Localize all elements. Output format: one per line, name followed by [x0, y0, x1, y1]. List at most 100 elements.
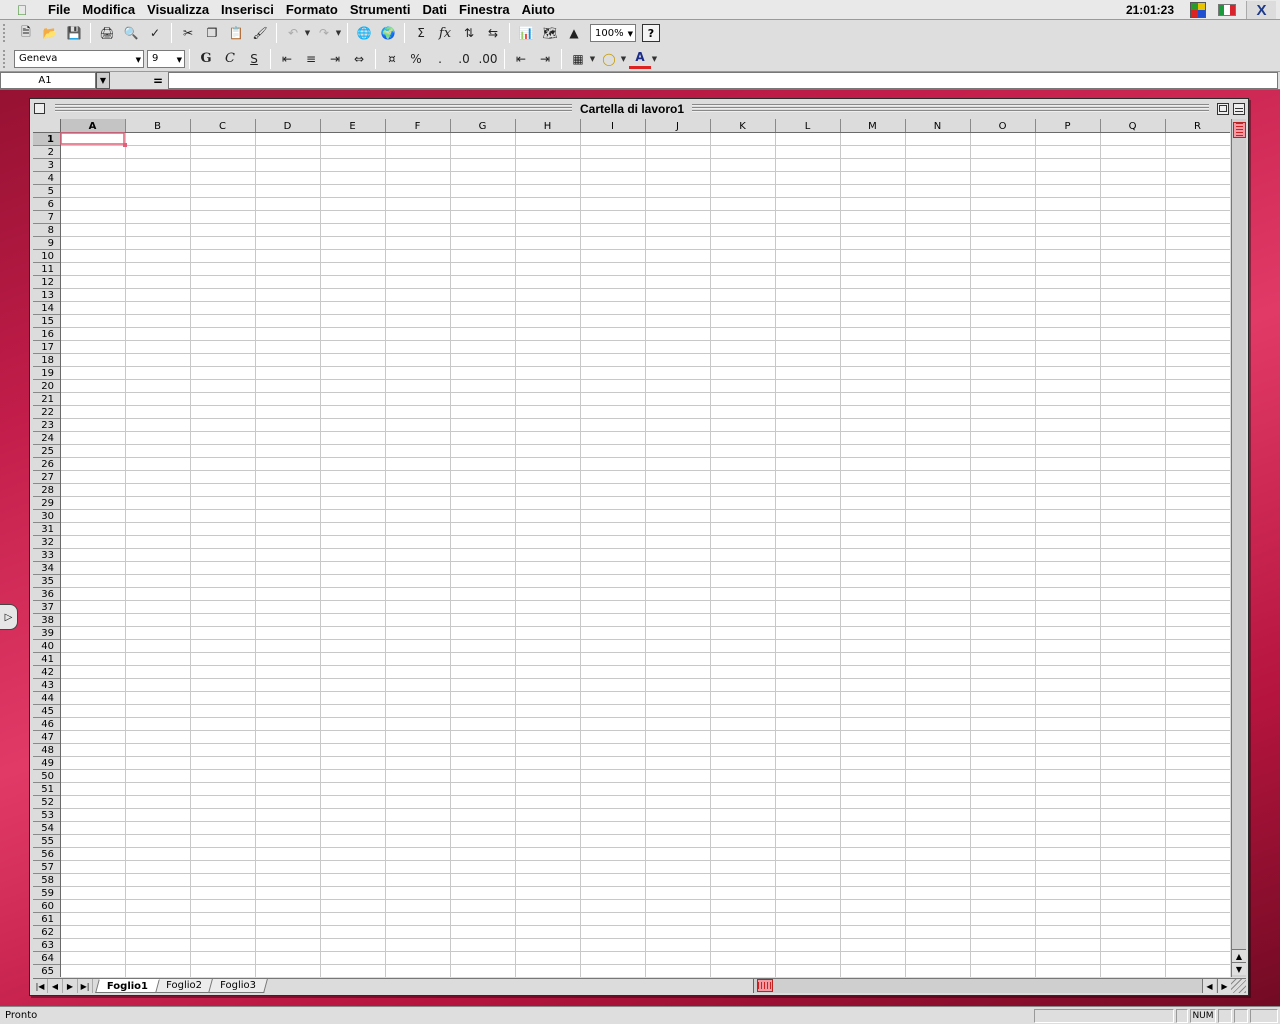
row-header: 11 — [41, 264, 54, 275]
row-header: 10 — [41, 251, 54, 262]
zoom-select[interactable]: 100% ▼ — [590, 24, 636, 42]
zoom-box-icon[interactable] — [1217, 102, 1230, 115]
keyboard-layout-flag-icon[interactable] — [1217, 2, 1237, 18]
window-title-bar[interactable]: Cartella di lavoro1 — [30, 99, 1248, 118]
menu-visualizza[interactable]: Visualizza — [141, 2, 215, 17]
percent-button[interactable]: % — [405, 49, 427, 69]
scroll-up-icon[interactable]: ▲ — [1232, 949, 1246, 962]
resize-grip-icon[interactable] — [1231, 979, 1246, 993]
redo-dropdown-icon[interactable]: ▼ — [334, 29, 343, 37]
chart-wizard-icon[interactable]: 📊 — [515, 23, 537, 43]
decrease-indent-icon[interactable]: ⇤ — [510, 49, 532, 69]
comma-style-button[interactable]: . — [429, 49, 451, 69]
toolbar-grip[interactable] — [3, 24, 9, 42]
align-center-icon[interactable]: ≡ — [300, 49, 322, 69]
column-header-P: P — [1064, 121, 1070, 132]
sheet-tab-foglio3[interactable]: Foglio3 — [208, 979, 268, 993]
excel-application-icon[interactable]: X — [1246, 1, 1276, 19]
underline-button[interactable]: S — [243, 49, 265, 69]
borders-dropdown-icon[interactable]: ▼ — [588, 55, 597, 63]
merge-center-icon[interactable]: ⇔ — [348, 49, 370, 69]
paste-function-icon[interactable]: fx — [434, 23, 456, 43]
horizontal-scroll-thumb[interactable] — [757, 979, 773, 992]
horizontal-scrollbar[interactable]: ◀ ▶ — [753, 979, 1231, 993]
autosum-icon[interactable]: Σ — [410, 23, 432, 43]
row-header: 50 — [41, 771, 54, 782]
menu-dati[interactable]: Dati — [416, 2, 453, 17]
apple-menu-icon[interactable]:  — [12, 2, 32, 18]
row-header: 43 — [41, 680, 54, 691]
menu-file[interactable]: File — [42, 2, 76, 17]
sheet-tab-foglio2[interactable]: Foglio2 — [154, 979, 214, 993]
row-header: 34 — [41, 563, 54, 574]
increase-indent-icon[interactable]: ⇥ — [534, 49, 556, 69]
new-document-icon[interactable]: 🗎 — [15, 23, 37, 43]
italic-button[interactable]: C — [219, 49, 241, 69]
sort-descending-icon[interactable]: ⇆ — [482, 23, 504, 43]
currency-icon[interactable]: ¤ — [381, 49, 403, 69]
last-sheet-icon[interactable]: ▶| — [78, 979, 93, 993]
name-box[interactable]: A1 — [0, 72, 96, 89]
vertical-scroll-thumb[interactable] — [1233, 122, 1246, 138]
align-right-icon[interactable]: ⇥ — [324, 49, 346, 69]
spell-check-icon[interactable]: ✓ — [144, 23, 166, 43]
borders-icon[interactable]: ▦ — [567, 49, 589, 69]
bold-button[interactable]: G — [195, 49, 217, 69]
format-painter-icon[interactable]: 🖌 — [249, 23, 271, 43]
help-icon[interactable]: ? — [642, 24, 660, 42]
font-size-select[interactable]: 9 ▼ — [147, 49, 185, 68]
font-color-dropdown-icon[interactable]: ▼ — [650, 55, 659, 63]
insert-hyperlink-icon[interactable]: 🌐 — [353, 23, 375, 43]
row-header: 38 — [41, 615, 54, 626]
map-icon[interactable]: 🗺 — [539, 23, 561, 43]
decrease-decimal-icon[interactable]: .00 — [477, 49, 499, 69]
redo-icon[interactable]: ↷ — [313, 23, 335, 43]
menu-finestra[interactable]: Finestra — [453, 2, 516, 17]
font-size-value: 9 — [152, 53, 159, 64]
collapse-box-icon[interactable] — [1233, 102, 1246, 115]
print-preview-icon[interactable]: 🔍 — [120, 23, 142, 43]
font-name-select[interactable]: Geneva ▼ — [14, 49, 144, 68]
toolbar-grip[interactable] — [3, 49, 9, 68]
next-sheet-icon[interactable]: ▶ — [63, 979, 78, 993]
close-box-icon[interactable] — [34, 103, 45, 114]
open-folder-icon[interactable]: 📂 — [39, 23, 61, 43]
column-header-M: M — [868, 121, 877, 132]
paste-icon[interactable]: 📋 — [225, 23, 247, 43]
fill-color-icon[interactable]: ◯ — [598, 49, 620, 69]
fill-color-dropdown-icon[interactable]: ▼ — [619, 55, 628, 63]
first-sheet-icon[interactable]: |◀ — [33, 979, 48, 993]
formula-input[interactable] — [168, 72, 1278, 89]
increase-decimal-icon[interactable]: .0 — [453, 49, 475, 69]
application-switcher-icon[interactable] — [1188, 2, 1208, 18]
status-panel — [1218, 1009, 1232, 1023]
sort-ascending-icon[interactable]: ⇅ — [458, 23, 480, 43]
web-toolbar-icon[interactable]: 🌍 — [377, 23, 399, 43]
font-color-icon[interactable]: A — [629, 49, 651, 69]
scroll-right-icon[interactable]: ▶ — [1217, 979, 1231, 993]
name-box-dropdown-icon[interactable]: ▼ — [96, 72, 110, 89]
menu-modifica[interactable]: Modifica — [76, 2, 141, 17]
scroll-left-icon[interactable]: ◀ — [1202, 979, 1216, 993]
align-left-icon[interactable]: ⇤ — [276, 49, 298, 69]
menu-strumenti[interactable]: Strumenti — [344, 2, 417, 17]
copy-icon[interactable]: ❐ — [201, 23, 223, 43]
menu-inserisci[interactable]: Inserisci — [215, 2, 280, 17]
menu-bar-clock[interactable]: 21:01:23 — [1126, 3, 1174, 17]
worksheet-grid[interactable]: A B C D E F G H I J K L M N O P Q R 1 2 3 4 5 6 7 8 9 10 11 12 13 14 15 1… — [33, 119, 1230, 977]
hidden-window-tab-icon[interactable]: ▷ — [0, 604, 18, 630]
previous-sheet-icon[interactable]: ◀ — [48, 979, 63, 993]
sheet-tab-foglio1[interactable]: Foglio1 — [95, 979, 161, 993]
menu-aiuto[interactable]: Aiuto — [516, 2, 561, 17]
edit-formula-button[interactable]: = — [110, 74, 168, 88]
row-header: 32 — [41, 537, 54, 548]
save-icon[interactable]: 💾 — [63, 23, 85, 43]
drawing-icon[interactable]: ▲ — [563, 23, 585, 43]
menu-formato[interactable]: Formato — [280, 2, 344, 17]
undo-icon[interactable]: ↶ — [282, 23, 304, 43]
print-icon[interactable]: 🖨 — [96, 23, 118, 43]
scroll-down-icon[interactable]: ▼ — [1232, 962, 1246, 975]
undo-dropdown-icon[interactable]: ▼ — [303, 29, 312, 37]
vertical-scrollbar[interactable]: ▲ ▼ — [1231, 119, 1246, 977]
cut-icon[interactable]: ✂ — [177, 23, 199, 43]
